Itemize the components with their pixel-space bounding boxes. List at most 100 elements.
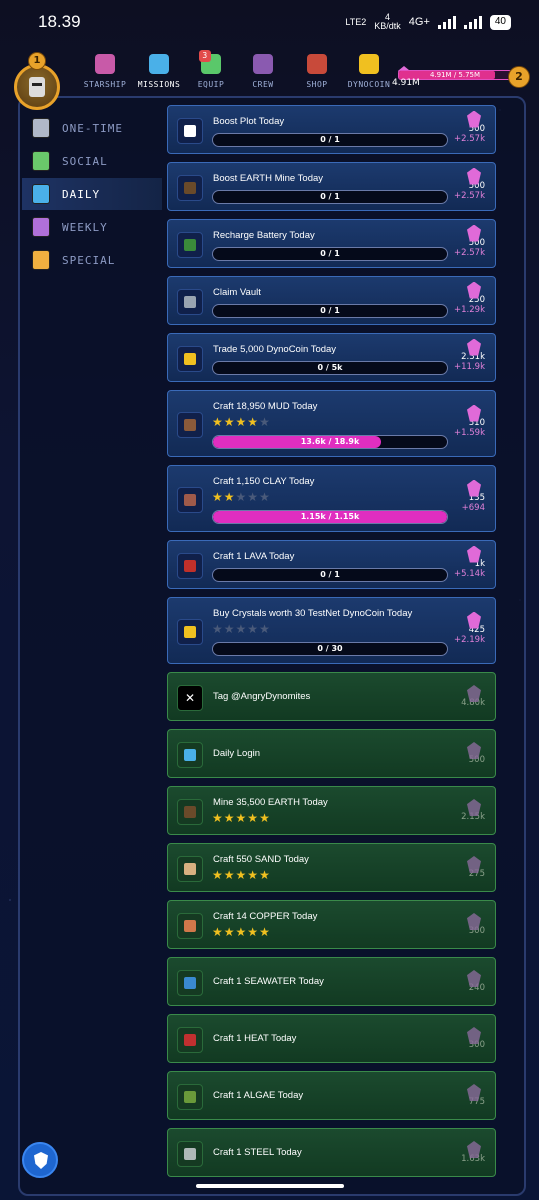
battery-icon: 40	[489, 14, 511, 30]
star-filled-icon: ★	[212, 490, 224, 504]
reward-bonus: +1.29k	[454, 304, 485, 315]
mission-card[interactable]: Buy Crystals worth 30 TestNet DynoCoin T…	[167, 597, 496, 664]
nav-tab-label: STARSHIP	[83, 80, 127, 89]
reward-bonus: +2.57k	[454, 133, 485, 144]
mission-reward: 300	[449, 913, 485, 936]
mission-reward: 300	[449, 1027, 485, 1050]
star-empty-icon: ★	[247, 490, 260, 504]
nav-tab-dynocoin[interactable]: DYNOCOIN	[344, 54, 394, 89]
steel-icon	[177, 1140, 203, 1167]
reward-amount: 310	[468, 417, 485, 428]
star-filled-icon: ★	[235, 925, 248, 939]
star-filled-icon: ★	[235, 415, 248, 429]
reward-amount: 1k	[474, 558, 485, 569]
sidebar-item-one-time[interactable]: ONE-TIME	[22, 112, 162, 144]
reward-amount: 300	[468, 926, 485, 936]
notification-badge: 3	[199, 50, 211, 62]
lava-icon	[177, 552, 203, 579]
star-filled-icon: ★	[223, 925, 236, 939]
star-filled-icon: ★	[247, 811, 260, 825]
mission-card[interactable]: Claim Vault 0 / 1 250 +1.29k	[167, 276, 496, 325]
mission-title: Craft 1 ALGAE Today	[213, 1090, 304, 1101]
sidebar-item-special[interactable]: SPECIAL	[22, 244, 162, 276]
mission-card[interactable]: Craft 1 ALGAE Today 775	[167, 1071, 496, 1120]
mission-progress-bar: 0 / 1	[212, 133, 448, 147]
mission-reward: 1k +5.14k	[449, 545, 485, 579]
scroll-icon	[32, 151, 50, 171]
nav-tab-shop[interactable]: SHOP	[292, 54, 342, 89]
star-filled-icon: ★	[259, 925, 271, 939]
mission-card[interactable]: Craft 550 SAND Today ★★★★★ 275	[167, 843, 496, 892]
star-filled-icon: ★	[259, 868, 271, 882]
reward-amount: 500	[468, 237, 485, 248]
mission-reward: 4.80k	[449, 685, 485, 708]
crystal-total: 4.91M	[392, 78, 420, 88]
mission-card[interactable]: Craft 1,150 CLAY Today ★★★★★ 1.15k / 1.15k…	[167, 465, 496, 532]
mission-card[interactable]: Craft 1 LAVA Today 0 / 1 1k +5.14k	[167, 540, 496, 589]
reward-amount: 2.31k	[461, 351, 485, 362]
difficulty-stars: ★★★★★	[212, 622, 271, 636]
mission-card[interactable]: Craft 1 SEAWATER Today 240	[167, 957, 496, 1006]
mission-reward: 240	[449, 970, 485, 993]
sidebar-item-label: DAILY	[62, 187, 101, 201]
signal-icon-2	[463, 15, 482, 29]
mission-reward: 775	[449, 1084, 485, 1107]
mission-title: Recharge Battery Today	[213, 230, 315, 241]
security-shield-button[interactable]	[22, 1142, 58, 1178]
sidebar-item-weekly[interactable]: WEEKLY	[22, 211, 162, 243]
mission-card[interactable]: ✕ Tag @AngryDynomites 4.80k	[167, 672, 496, 721]
data-rate-unit: KB/dtk	[374, 21, 401, 31]
scroll-icon	[32, 184, 50, 204]
reward-amount: 250	[468, 294, 485, 305]
mission-card[interactable]: Craft 1 STEEL Today 1.63k	[167, 1128, 496, 1177]
mission-card[interactable]: Craft 14 COPPER Today ★★★★★ 300	[167, 900, 496, 949]
nav-tab-crew[interactable]: CREW	[238, 54, 288, 89]
star-filled-icon: ★	[247, 415, 260, 429]
copper-icon	[177, 912, 203, 939]
mission-reward: 250 +1.29k	[449, 281, 485, 315]
star-filled-icon: ★	[235, 868, 248, 882]
vault-icon	[177, 288, 203, 315]
sidebar-item-social[interactable]: SOCIAL	[22, 145, 162, 177]
player-avatar[interactable]	[14, 64, 60, 110]
mission-card[interactable]: Craft 18,950 MUD Today ★★★★★ 13.6k / 18.9k…	[167, 390, 496, 457]
star-filled-icon: ★	[212, 811, 224, 825]
mission-card[interactable]: Mine 35,500 EARTH Today ★★★★★ 2.15k	[167, 786, 496, 835]
reward-amount: 425	[468, 624, 485, 635]
mission-card[interactable]: Boost EARTH Mine Today 0 / 1 500 +2.57k	[167, 162, 496, 211]
nav-tab-label: DYNOCOIN	[347, 80, 391, 89]
progress-text: 0 / 30	[317, 644, 343, 653]
nav-tab-equip[interactable]: 3 EQUIP	[186, 50, 236, 89]
shield-icon	[34, 1152, 48, 1169]
nav-tab-missions[interactable]: MISSIONS	[134, 54, 184, 89]
nav-tab-starship[interactable]: STARSHIP	[80, 54, 130, 89]
mission-card[interactable]: Daily Login 500	[167, 729, 496, 778]
star-empty-icon: ★	[212, 622, 224, 636]
mission-card[interactable]: Craft 1 HEAT Today 300	[167, 1014, 496, 1063]
clock: 18.39	[38, 12, 81, 31]
mission-title: Craft 14 COPPER Today	[213, 911, 318, 922]
nav-missions-icon	[149, 54, 169, 74]
reward-bonus: +5.14k	[454, 568, 485, 579]
reward-amount: 300	[468, 1040, 485, 1050]
star-filled-icon: ★	[212, 868, 224, 882]
signal-icon	[437, 15, 456, 29]
star-filled-icon: ★	[235, 811, 248, 825]
mission-card[interactable]: Boost Plot Today 0 / 1 500 +2.57k	[167, 105, 496, 154]
progress-text: 0 / 1	[320, 306, 340, 315]
mission-title: Daily Login	[213, 748, 260, 759]
mission-card[interactable]: Trade 5,000 DynoCoin Today 0 / 5k 2.31k +11…	[167, 333, 496, 382]
status-bar: 18.39 LTE2 4 KB/dtk 4G+ 40	[0, 0, 539, 44]
nav-tab-label: EQUIP	[197, 80, 225, 89]
difficulty-stars: ★★★★★	[212, 925, 271, 939]
heat-icon	[177, 1026, 203, 1053]
reward-bonus: +2.57k	[454, 190, 485, 201]
star-filled-icon: ★	[247, 868, 260, 882]
star-empty-icon: ★	[223, 622, 236, 636]
reward-amount: 240	[468, 983, 485, 993]
star-empty-icon: ★	[235, 490, 248, 504]
mission-card[interactable]: Recharge Battery Today 0 / 1 500 +2.57k	[167, 219, 496, 268]
reward-amount: 2.15k	[461, 812, 485, 822]
sidebar-item-daily[interactable]: DAILY	[22, 178, 162, 210]
reward-amount: 775	[468, 1097, 485, 1107]
